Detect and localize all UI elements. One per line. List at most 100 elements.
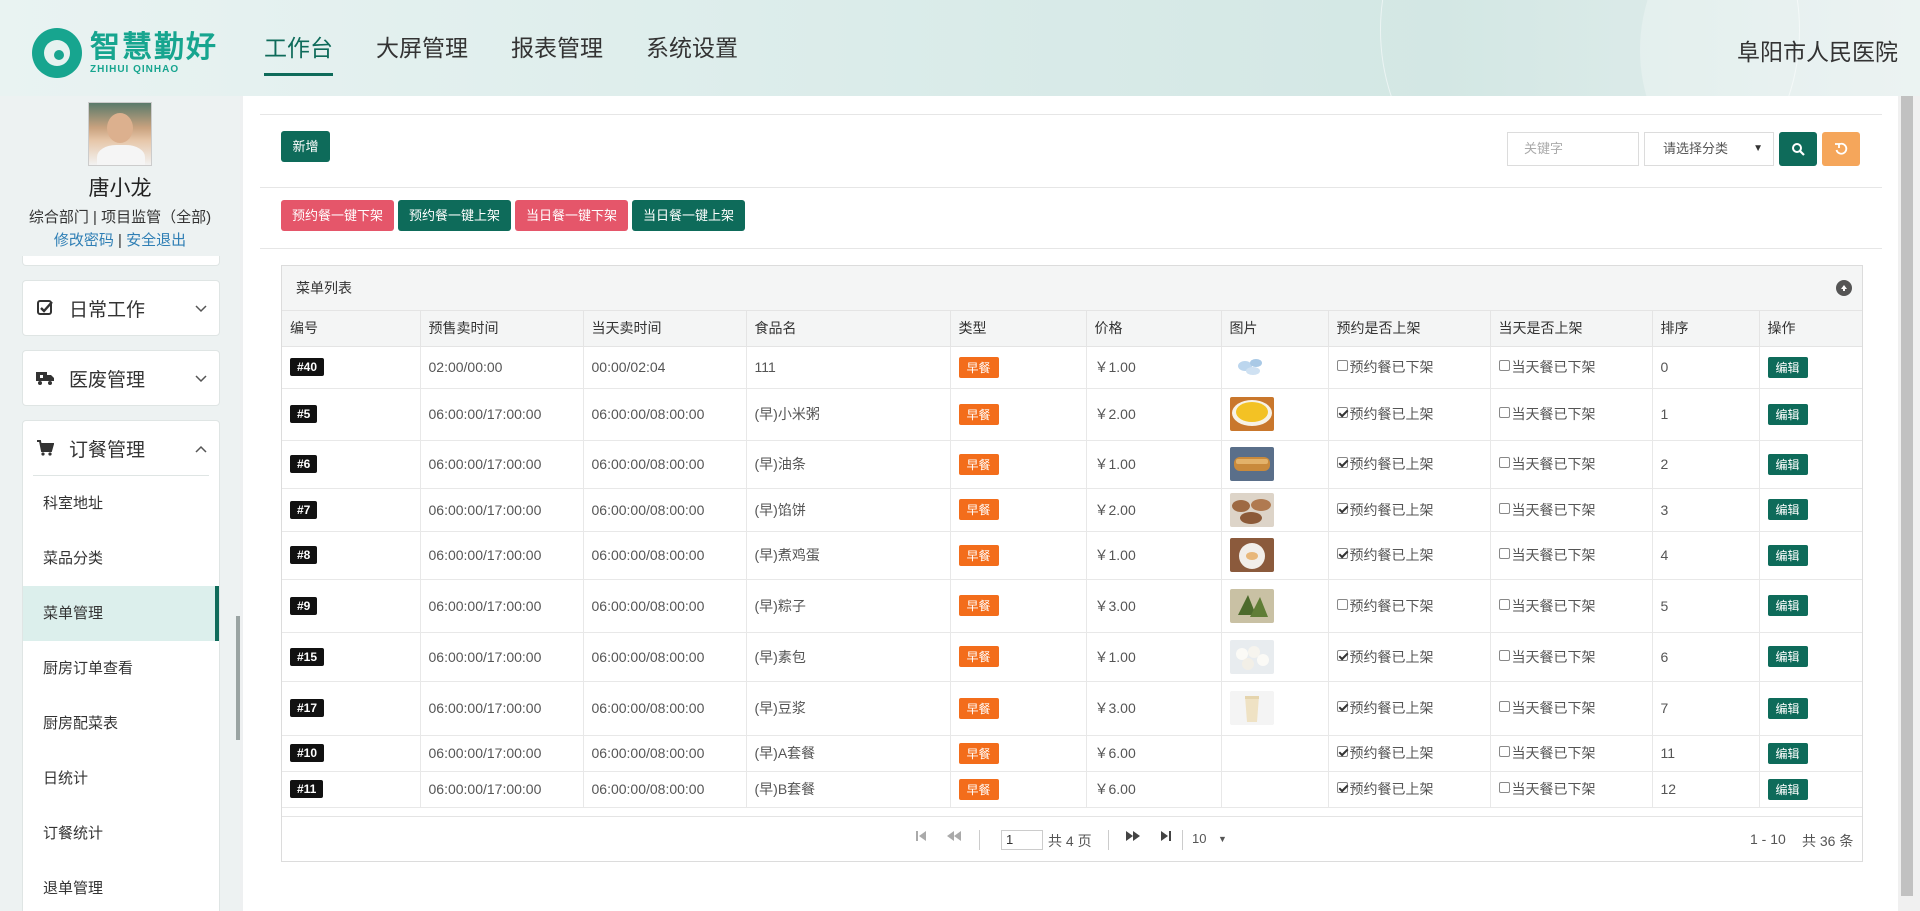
logout-link[interactable]: 安全退出 (126, 232, 186, 249)
menu-medical-waste[interactable]: 医废管理 (22, 350, 220, 406)
menu-meal-ordering[interactable]: 订餐管理 科室地址 菜品分类 菜单管理 厨房订单查看 厨房配菜表 日统计 订餐统… (22, 420, 220, 911)
reset-button[interactable] (1822, 132, 1860, 166)
reserve-offline-all-button[interactable]: 预约餐一键下架 (281, 200, 394, 231)
edit-button[interactable]: 编辑 (1767, 356, 1808, 378)
menu-daily-work[interactable]: 日常工作 (22, 280, 220, 336)
page-scrollbar[interactable] (1898, 96, 1920, 911)
change-password-link[interactable]: 修改密码 (54, 232, 114, 249)
food-image[interactable] (1221, 388, 1329, 441)
today-status-checkbox[interactable]: 当天餐已下架 (1498, 698, 1596, 718)
reserve-status-checkbox[interactable]: 预约餐已上架 (1336, 647, 1434, 667)
edit-button[interactable]: 编辑 (1767, 453, 1808, 475)
table-row: #17 06:00:00/17:00:00 06:00:00/08:00:00 (早)… (282, 681, 1862, 736)
sidebar-item-order-stats[interactable]: 订餐统计 (23, 806, 219, 861)
sidebar-item-refunds[interactable]: 退单管理 (23, 861, 219, 911)
user-department: 综合部门 | 项目监管（全部) (28, 209, 212, 226)
reserve-status-checkbox[interactable]: 预约餐已上架 (1336, 743, 1434, 763)
today-status-label: 当天餐已下架 (1511, 781, 1596, 797)
nav-system-settings[interactable]: 系统设置 (646, 0, 738, 96)
food-image[interactable] (1221, 579, 1329, 633)
reserve-status-checkbox[interactable]: 预约餐已下架 (1336, 596, 1434, 616)
today-online-all-button[interactable]: 当日餐一键上架 (632, 200, 745, 231)
page-size-select[interactable]: 10 (1192, 831, 1206, 846)
main-nav: 工作台 大屏管理 报表管理 系统设置 (264, 0, 781, 96)
edit-button[interactable]: 编辑 (1767, 697, 1808, 719)
reserve-online-all-button[interactable]: 预约餐一键上架 (398, 200, 511, 231)
today-status-label: 当天餐已下架 (1511, 359, 1596, 375)
sidebar-item-department-address[interactable]: 科室地址 (23, 476, 219, 531)
presale-time: 06:00:00/17:00:00 (420, 735, 584, 772)
menu-medical-waste-label: 医废管理 (69, 369, 146, 391)
first-page-icon[interactable] (916, 830, 926, 845)
food-image[interactable] (1221, 771, 1329, 808)
today-status-checkbox[interactable]: 当天餐已下架 (1498, 779, 1596, 799)
today-status-checkbox[interactable]: 当天餐已下架 (1498, 647, 1596, 667)
edit-button[interactable]: 编辑 (1767, 403, 1808, 425)
table-row: #5 06:00:00/17:00:00 06:00:00/08:00:00 (早)小… (282, 388, 1862, 441)
food-image[interactable] (1221, 488, 1329, 532)
reserve-status-checkbox[interactable]: 预约餐已下架 (1336, 357, 1434, 377)
reserve-status-label: 预约餐已上架 (1349, 700, 1434, 716)
sort-order: 1 (1652, 388, 1760, 441)
edit-button[interactable]: 编辑 (1767, 742, 1808, 764)
food-image[interactable] (1221, 632, 1329, 682)
food-image[interactable] (1221, 531, 1329, 580)
sidebar-item-daily-stats[interactable]: 日统计 (23, 751, 219, 806)
edit-button[interactable]: 编辑 (1767, 595, 1808, 616)
food-image[interactable] (1221, 735, 1329, 772)
next-page-icon[interactable] (1126, 830, 1140, 845)
reserve-status-checkbox[interactable]: 预约餐已上架 (1336, 500, 1434, 520)
collapse-icon[interactable] (1836, 280, 1852, 296)
sidebar: 唐小龙 综合部门 | 项目监管（全部) 修改密码 | 安全退出 日常工作 医废管… (0, 96, 240, 911)
today-status-label: 当天餐已下架 (1511, 745, 1596, 761)
sort-order: 6 (1652, 632, 1760, 682)
app-logo[interactable]: 智慧勤好 ZHIHUI QINHAO (32, 28, 218, 78)
today-status-checkbox[interactable]: 当天餐已下架 (1498, 357, 1596, 377)
table-row: #11 06:00:00/17:00:00 06:00:00/08:00:00 (早)… (282, 771, 1862, 808)
edit-button[interactable]: 编辑 (1767, 499, 1808, 520)
food-image[interactable] (1221, 346, 1329, 389)
today-status-checkbox[interactable]: 当天餐已下架 (1498, 545, 1596, 565)
presale-time: 06:00:00/17:00:00 (420, 440, 584, 489)
edit-button[interactable]: 编辑 (1767, 646, 1808, 667)
today-status-checkbox[interactable]: 当天餐已下架 (1498, 596, 1596, 616)
sidebar-item-menu-management[interactable]: 菜单管理 (23, 586, 219, 641)
category-select[interactable]: 请选择分类 ▼ (1644, 132, 1774, 166)
sidebar-item-dish-category[interactable]: 菜品分类 (23, 531, 219, 586)
today-status-label: 当天餐已下架 (1511, 700, 1596, 716)
page-number-input[interactable]: 1 (1001, 830, 1043, 850)
nav-workbench[interactable]: 工作台 (264, 0, 333, 96)
today-status-checkbox[interactable]: 当天餐已下架 (1498, 500, 1596, 520)
sidebar-item-kitchen-orders[interactable]: 厨房订单查看 (23, 641, 219, 696)
nav-screen-management[interactable]: 大屏管理 (376, 0, 468, 96)
sidebar-item-kitchen-prep[interactable]: 厨房配菜表 (23, 696, 219, 751)
edit-button[interactable]: 编辑 (1767, 544, 1808, 566)
sidebar-scrollbar[interactable] (236, 616, 240, 740)
food-name: (早)粽子 (746, 579, 951, 633)
table-row: #8 06:00:00/17:00:00 06:00:00/08:00:00 (早)煮… (282, 531, 1862, 580)
reserve-status-checkbox[interactable]: 预约餐已上架 (1336, 404, 1434, 424)
column-header: 食品名 (746, 311, 951, 347)
search-input[interactable]: 关键字 (1507, 132, 1639, 166)
sameday-time: 06:00:00/08:00:00 (583, 771, 747, 808)
prev-page-icon[interactable] (947, 830, 961, 845)
reserve-status-checkbox[interactable]: 预约餐已上架 (1336, 698, 1434, 718)
reserve-status-checkbox[interactable]: 预约餐已上架 (1336, 779, 1434, 799)
today-status-checkbox[interactable]: 当天餐已下架 (1498, 743, 1596, 763)
last-page-icon[interactable] (1161, 830, 1171, 845)
today-status-checkbox[interactable]: 当天餐已下架 (1498, 454, 1596, 474)
edit-button[interactable]: 编辑 (1767, 778, 1808, 800)
food-image[interactable] (1221, 440, 1329, 489)
reserve-status-label: 预约餐已下架 (1349, 597, 1434, 614)
add-button[interactable]: 新增 (281, 131, 330, 162)
nav-report-management[interactable]: 报表管理 (511, 0, 603, 96)
search-button[interactable] (1779, 132, 1817, 166)
food-image[interactable] (1221, 681, 1329, 736)
today-offline-all-button[interactable]: 当日餐一键下架 (515, 200, 628, 231)
price: ￥2.00 (1086, 388, 1222, 441)
cart-icon (35, 438, 55, 458)
reserve-status-checkbox[interactable]: 预约餐已上架 (1336, 454, 1434, 474)
today-status-checkbox[interactable]: 当天餐已下架 (1498, 404, 1596, 424)
checkbox-icon (1336, 502, 1348, 514)
reserve-status-checkbox[interactable]: 预约餐已上架 (1336, 545, 1434, 565)
